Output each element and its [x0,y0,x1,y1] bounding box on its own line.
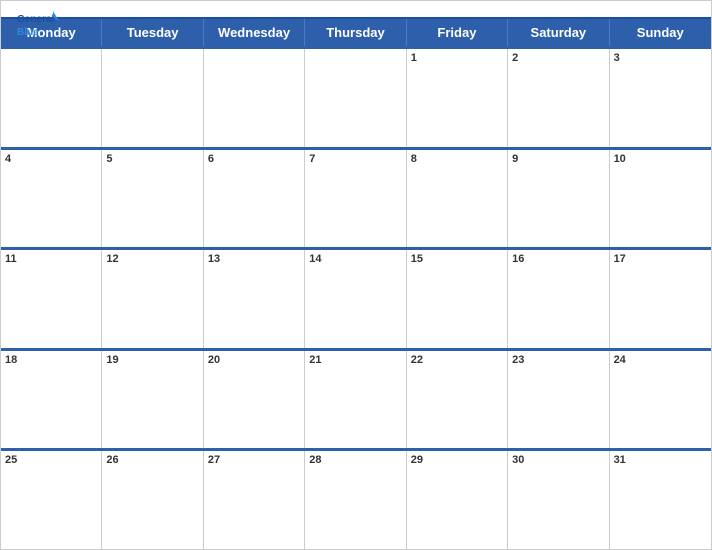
day-cell: 23 [508,351,609,449]
general-blue-logo: General Blue [17,9,59,41]
day-number: 4 [5,153,11,165]
day-cell: 15 [407,250,508,348]
day-cell: 2 [508,49,609,147]
day-cell [204,49,305,147]
day-cell: 24 [610,351,711,449]
week-row-0: 1 2 3 [1,46,711,147]
day-header-wednesday: Wednesday [204,19,305,46]
day-cell [1,49,102,147]
day-number: 18 [5,354,17,366]
day-header-tuesday: Tuesday [102,19,203,46]
week-row-3: 18 19 20 21 22 23 24 [1,348,711,449]
day-number: 2 [512,52,518,64]
day-number: 23 [512,354,524,366]
day-cell: 12 [102,250,203,348]
day-number: 14 [309,253,321,265]
day-number: 17 [614,253,626,265]
day-header-sunday: Sunday [610,19,711,46]
day-number: 24 [614,354,626,366]
day-cell: 8 [407,150,508,248]
day-cell: 28 [305,451,406,549]
week-row-1: 4 5 6 7 8 9 10 [1,147,711,248]
day-number: 1 [411,52,417,64]
day-cell: 11 [1,250,102,348]
day-number: 10 [614,153,626,165]
day-number: 13 [208,253,220,265]
day-cell: 1 [407,49,508,147]
day-cell: 17 [610,250,711,348]
day-cell: 9 [508,150,609,248]
day-number: 26 [106,454,118,466]
day-number: 7 [309,153,315,165]
day-cell: 25 [1,451,102,549]
day-number: 8 [411,153,417,165]
week-row-2: 11 12 13 14 15 16 17 [1,247,711,348]
day-cell: 19 [102,351,203,449]
day-number: 22 [411,354,423,366]
day-header-thursday: Thursday [305,19,406,46]
day-cell: 30 [508,451,609,549]
day-number: 5 [106,153,112,165]
day-cell: 21 [305,351,406,449]
day-cell: 13 [204,250,305,348]
calendar-grid: MondayTuesdayWednesdayThursdayFridaySatu… [1,17,711,549]
day-cell: 29 [407,451,508,549]
day-cell: 5 [102,150,203,248]
day-cell: 3 [610,49,711,147]
svg-text:General: General [17,14,54,25]
day-number: 9 [512,153,518,165]
day-header-saturday: Saturday [508,19,609,46]
calendar-header: General Blue [1,1,711,17]
day-cell: 22 [407,351,508,449]
day-number: 19 [106,354,118,366]
day-number: 16 [512,253,524,265]
day-number: 29 [411,454,423,466]
day-cell: 7 [305,150,406,248]
day-cell: 18 [1,351,102,449]
weeks-container: 1234567891011121314151617181920212223242… [1,46,711,549]
day-headers: MondayTuesdayWednesdayThursdayFridaySatu… [1,19,711,46]
day-number: 30 [512,454,524,466]
calendar-container: General Blue MondayTuesdayWednesdayThurs… [0,0,712,550]
day-cell: 16 [508,250,609,348]
day-cell: 10 [610,150,711,248]
day-cell [102,49,203,147]
day-number: 28 [309,454,321,466]
day-cell: 20 [204,351,305,449]
day-cell: 27 [204,451,305,549]
day-cell: 6 [204,150,305,248]
day-number: 12 [106,253,118,265]
day-cell [305,49,406,147]
day-number: 20 [208,354,220,366]
day-number: 21 [309,354,321,366]
day-number: 6 [208,153,214,165]
week-row-4: 25 26 27 28 29 30 31 [1,448,711,549]
day-number: 15 [411,253,423,265]
day-cell: 31 [610,451,711,549]
day-number: 3 [614,52,620,64]
day-cell: 4 [1,150,102,248]
logo-wrapper: General Blue [17,9,59,41]
svg-text:Blue: Blue [17,27,39,38]
day-cell: 14 [305,250,406,348]
day-cell: 26 [102,451,203,549]
day-number: 25 [5,454,17,466]
day-number: 27 [208,454,220,466]
day-header-friday: Friday [407,19,508,46]
day-number: 31 [614,454,626,466]
day-number: 11 [5,253,17,265]
logo-area: General Blue [17,9,59,41]
